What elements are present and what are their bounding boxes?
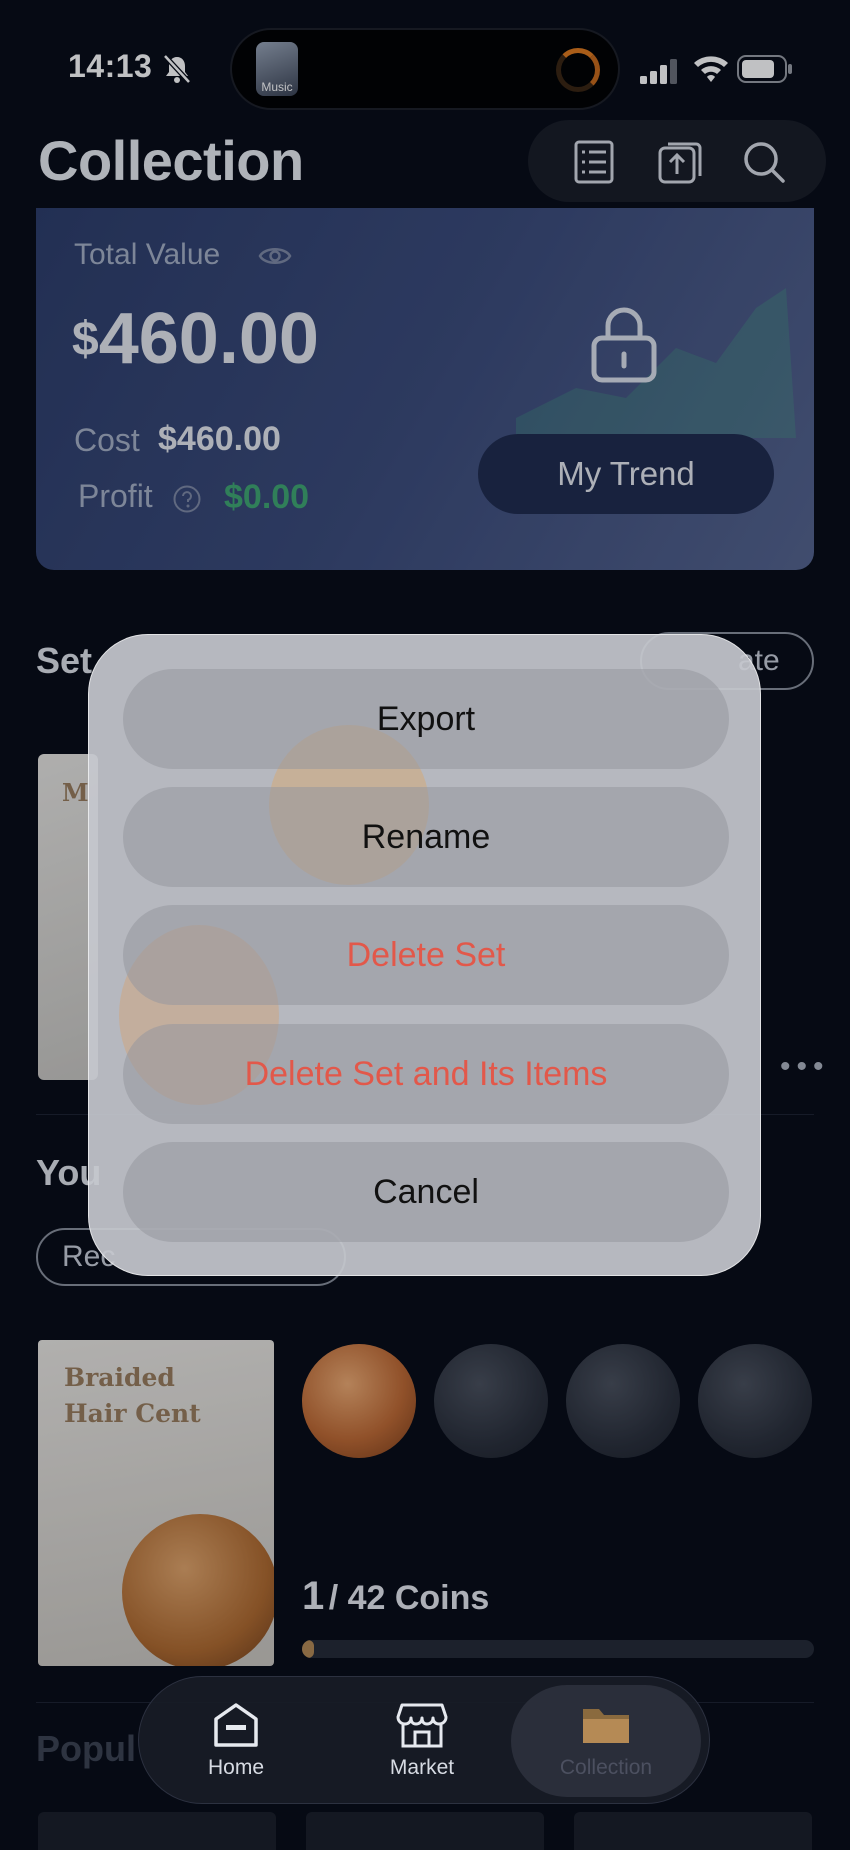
tab-collection[interactable]: Collection [511,1685,701,1797]
tab-bar: Home Market Collection [138,1676,710,1804]
tab-home[interactable]: Home [151,1677,321,1805]
tab-collection-label: Collection [559,1756,653,1779]
export-button[interactable]: Export [123,669,729,769]
rename-button[interactable]: Rename [123,787,729,887]
home-icon [214,1703,258,1747]
cancel-button[interactable]: Cancel [123,1142,729,1242]
delete-set-and-items-button[interactable]: Delete Set and Its Items [123,1024,729,1124]
collection-folder-icon [583,1709,629,1743]
tab-market[interactable]: Market [337,1677,507,1805]
set-action-sheet: Export Rename Delete Set Delete Set and … [88,634,761,1276]
tab-home-label: Home [207,1756,265,1779]
delete-set-button[interactable]: Delete Set [123,905,729,1005]
tab-market-label: Market [389,1756,455,1779]
market-storefront-icon [396,1703,448,1748]
